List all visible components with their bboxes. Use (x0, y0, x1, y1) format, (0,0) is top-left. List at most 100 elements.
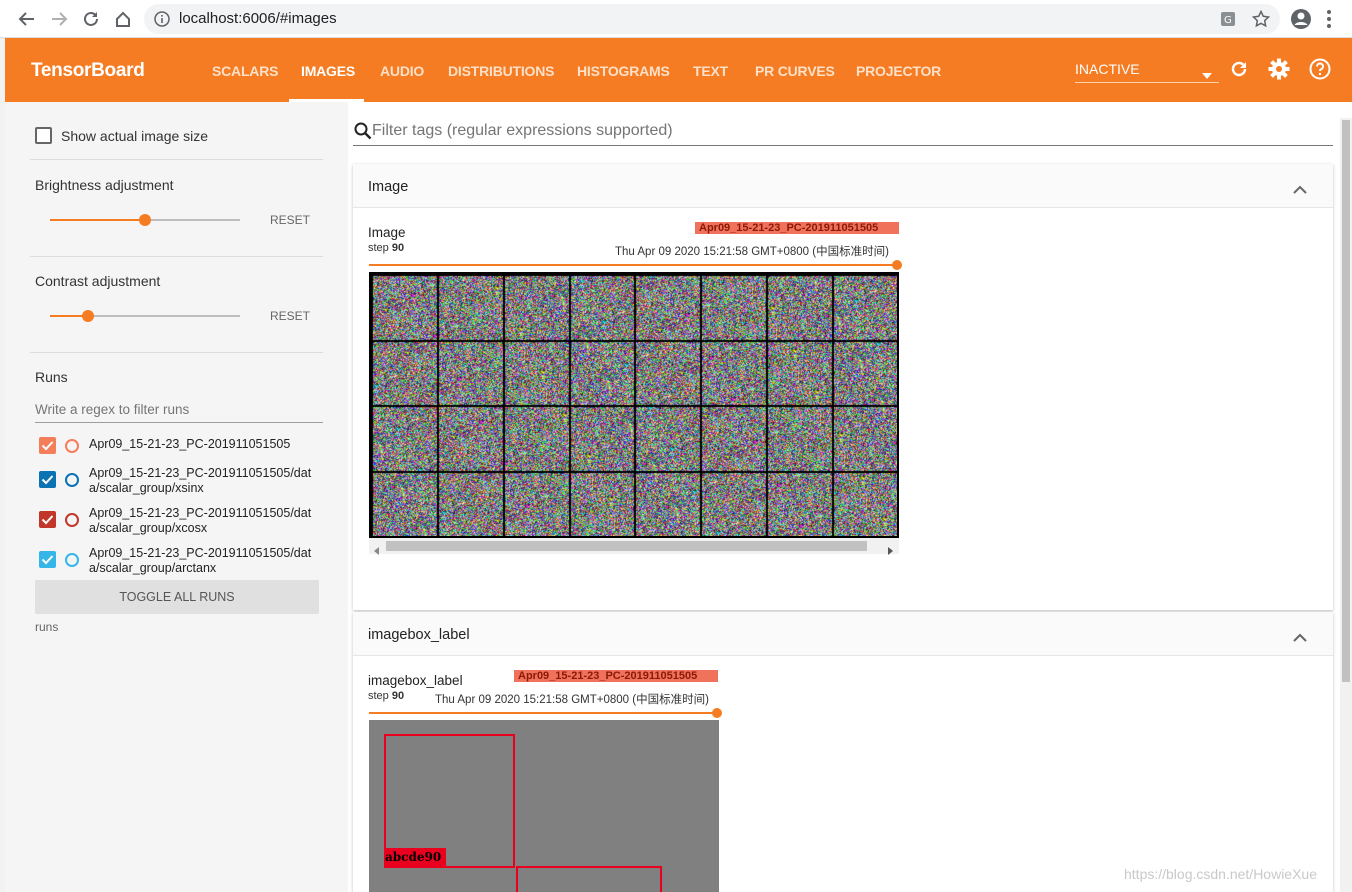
step-slider-knob[interactable] (712, 708, 722, 718)
browser-menu-icon[interactable] (1326, 9, 1332, 34)
help-icon[interactable] (1309, 58, 1331, 85)
run-filter-underline (35, 422, 323, 423)
tensorboard-window: localhost:6006/#images G TensorBoard SCA… (0, 0, 1352, 892)
scroll-right-arrow-icon[interactable] (888, 542, 893, 560)
tab-distributions[interactable]: DISTRIBUTIONS (448, 63, 554, 79)
card-header[interactable]: imagebox_label (353, 612, 1333, 656)
tag-card-imagebox-label: imagebox_label imagebox_label step 90 Ap… (353, 612, 1333, 892)
tag-filter-input[interactable]: Filter tags (regular expressions support… (372, 122, 673, 140)
step-value: 90 (391, 242, 405, 254)
url-text: localhost:6006/#images (179, 10, 337, 27)
card-title: Image (368, 179, 409, 195)
profile-avatar-icon[interactable] (1290, 8, 1312, 35)
runs-footer: runs (35, 620, 59, 634)
run-label: Apr09_15-21-23_PC-201911051505/dat a/sca… (89, 466, 329, 496)
run-checkbox[interactable] (39, 471, 56, 488)
run-name-tag: Apr09_15-21-23_PC-201911051505 (514, 670, 718, 682)
step-value: 90 (391, 690, 405, 702)
back-arrow-icon[interactable] (16, 8, 38, 30)
scrollbar-thumb[interactable] (386, 541, 867, 551)
search-icon (354, 122, 372, 145)
step-label: step (368, 690, 389, 702)
card-header[interactable]: Image (353, 164, 1333, 208)
watermark: https://blog.csdn.net/HowieXue (1124, 866, 1318, 882)
svg-text:G: G (1224, 15, 1232, 26)
collapse-chevron-icon[interactable] (1293, 629, 1307, 647)
run-color-radio[interactable] (65, 513, 79, 527)
bookmark-star-icon[interactable] (1251, 9, 1271, 33)
run-color-radio[interactable] (65, 439, 79, 453)
brightness-slider-fill (50, 219, 145, 221)
bounding-box (516, 866, 662, 892)
info-icon[interactable] (154, 11, 170, 32)
show-actual-size-checkbox[interactable] (35, 127, 52, 144)
tag-card-image: Image Image step 90 Apr09_15-21-23_PC-20… (353, 164, 1333, 610)
run-name-tag: Apr09_15-21-23_PC-201911051505 (695, 222, 899, 234)
tab-pr-curves[interactable]: PR CURVES (755, 63, 835, 79)
box-label: abcde90 (384, 848, 446, 866)
divider (30, 352, 323, 353)
image-title: imagebox_label (368, 673, 463, 688)
tab-audio[interactable]: AUDIO (380, 63, 424, 79)
tab-images[interactable]: IMAGES (301, 63, 355, 79)
settings-gear-icon[interactable] (1268, 58, 1290, 85)
run-color-radio[interactable] (65, 473, 79, 487)
horizontal-scrollbar[interactable] (369, 538, 899, 555)
main-panel: Filter tags (regular expressions support… (348, 102, 1352, 892)
timestamp: Thu Apr 09 2020 15:21:58 GMT+0800 (中国标准时… (615, 246, 889, 258)
run-label-line: Apr09_15-21-23_PC-201911051505/dat (89, 466, 312, 480)
contrast-slider-knob[interactable] (82, 310, 94, 322)
run-checkbox[interactable] (39, 551, 56, 568)
run-label-line: Apr09_15-21-23_PC-201911051505/dat (89, 506, 312, 520)
reload-icon[interactable] (80, 8, 102, 30)
step-slider[interactable] (369, 264, 897, 266)
noise-image-grid (371, 274, 897, 536)
home-icon[interactable] (112, 8, 134, 30)
run-color-radio[interactable] (65, 553, 79, 567)
step-info: step 90 (368, 690, 404, 702)
refresh-icon[interactable] (1229, 59, 1249, 84)
runs-title: Runs (35, 369, 68, 385)
step-slider[interactable] (369, 712, 717, 714)
run-label-line: a/scalar_group/arctanx (89, 561, 217, 575)
run-label-line: Apr09_15-21-23_PC-201911051505 (89, 437, 291, 451)
image-title: Image (368, 225, 406, 240)
collapse-chevron-icon[interactable] (1293, 181, 1307, 199)
tab-projector[interactable]: PROJECTOR (856, 63, 941, 79)
tab-text[interactable]: TEXT (693, 63, 728, 79)
brightness-reset-button[interactable]: RESET (270, 213, 310, 227)
run-label-line: a/scalar_group/xcosx (89, 521, 208, 535)
forward-arrow-icon[interactable] (48, 8, 70, 30)
app-brand: TensorBoard (31, 60, 145, 81)
run-label: Apr09_15-21-23_PC-201911051505/dat a/sca… (89, 546, 329, 576)
run-label: Apr09_15-21-23_PC-201911051505 (89, 437, 329, 452)
run-filter-input[interactable]: Write a regex to filter runs (35, 402, 189, 417)
scroll-left-arrow-icon[interactable] (374, 542, 379, 560)
show-actual-size-label: Show actual image size (61, 128, 209, 144)
step-info: step 90 (368, 242, 404, 254)
contrast-reset-button[interactable]: RESET (270, 309, 310, 323)
divider (30, 256, 323, 257)
timestamp: Thu Apr 09 2020 15:21:58 GMT+0800 (中国标准时… (435, 694, 709, 706)
run-checkbox[interactable] (39, 511, 56, 528)
run-checkbox[interactable] (39, 437, 56, 454)
imagebox-image: abcde90 (369, 720, 719, 892)
run-label-line: a/scalar_group/xsinx (89, 481, 204, 495)
translate-icon[interactable]: G (1220, 11, 1236, 32)
app-header: TensorBoard SCALARS IMAGES AUDIO DISTRIB… (5, 38, 1352, 102)
brightness-slider-knob[interactable] (139, 214, 151, 226)
page-scrollbar-thumb[interactable] (1342, 120, 1350, 682)
divider (30, 159, 323, 160)
brightness-label: Brightness adjustment (35, 177, 174, 193)
address-bar[interactable]: localhost:6006/#images G (144, 4, 1280, 34)
step-slider-knob[interactable] (892, 260, 902, 270)
image-grid (369, 272, 899, 538)
toggle-all-runs-button[interactable]: TOGGLE ALL RUNS (35, 580, 319, 614)
run-label: Apr09_15-21-23_PC-201911051505/dat a/sca… (89, 506, 329, 536)
browser-toolbar: localhost:6006/#images G (0, 0, 1352, 38)
tab-histograms[interactable]: HISTOGRAMS (577, 63, 670, 79)
tab-scalars[interactable]: SCALARS (212, 63, 278, 79)
plugin-select[interactable]: INACTIVE (1075, 61, 1140, 77)
plugin-select-underline (1075, 82, 1219, 83)
contrast-label: Contrast adjustment (35, 273, 161, 289)
